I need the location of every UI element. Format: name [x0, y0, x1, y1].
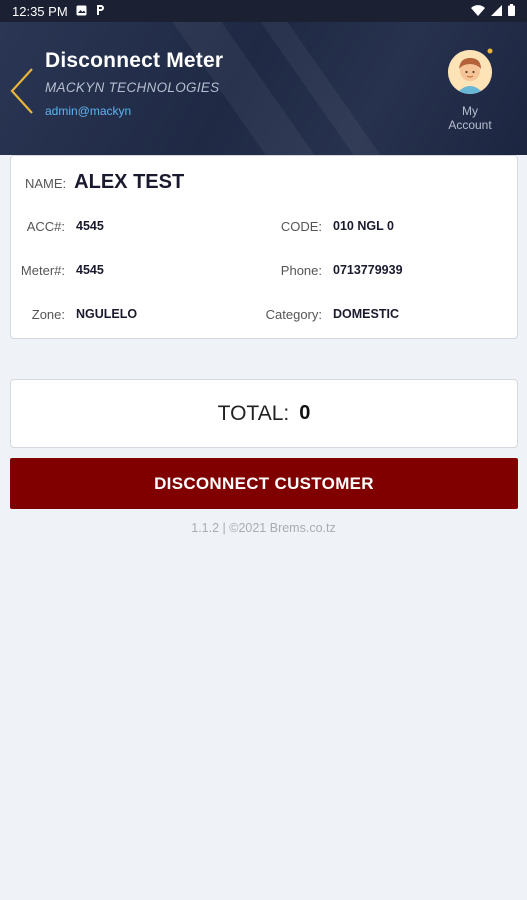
signal-icon	[491, 4, 502, 19]
total-label: TOTAL:	[217, 401, 290, 425]
status-time: 12:35 PM	[12, 3, 68, 19]
user-email: admin@mackyn	[45, 104, 132, 118]
total-card: TOTAL: 0	[10, 379, 518, 448]
phone-value: 0713779939	[333, 263, 403, 277]
status-bar: 12:35 PM	[0, 0, 527, 22]
battery-icon	[508, 3, 515, 19]
customer-name-row: NAME: ALEX TEST	[25, 171, 184, 194]
back-chevron-icon[interactable]	[8, 67, 38, 115]
company-name: MACKYN TECHNOLOGIES	[45, 80, 220, 95]
name-label: NAME:	[25, 176, 67, 191]
image-icon	[76, 4, 87, 19]
total-value: 0	[299, 402, 311, 424]
parking-icon	[95, 4, 105, 19]
notification-sparkle-icon	[487, 48, 493, 54]
avatar-icon	[448, 50, 492, 94]
category-label: Category:	[265, 307, 322, 322]
code-label: CODE:	[280, 219, 322, 234]
disconnect-customer-button[interactable]: DISCONNECT CUSTOMER	[10, 458, 518, 509]
customer-info-card: NAME: ALEX TEST ACC#: 4545 CODE: 010 NGL…	[10, 155, 518, 339]
account-label: My Account	[448, 104, 492, 132]
zone-label: Zone:	[31, 307, 65, 322]
page-title: Disconnect Meter	[45, 49, 224, 72]
account-number-label: ACC#:	[26, 219, 65, 234]
meter-number-value: 4545	[76, 263, 104, 277]
meter-number-label: Meter#:	[20, 263, 65, 278]
phone-label: Phone:	[280, 263, 322, 278]
my-account-button[interactable]: My Account	[440, 48, 500, 132]
zone-value: NGULELO	[76, 307, 138, 321]
app-header: Disconnect Meter MACKYN TECHNOLOGIES adm…	[0, 22, 527, 155]
wifi-icon	[471, 4, 485, 19]
code-value: 010 NGL 0	[333, 219, 394, 233]
version-footer: 1.1.2 | ©2021 Brems.co.tz	[191, 521, 336, 535]
category-value: DOMESTIC	[333, 307, 399, 321]
customer-name: ALEX TEST	[74, 171, 185, 193]
account-number-value: 4545	[76, 219, 104, 233]
